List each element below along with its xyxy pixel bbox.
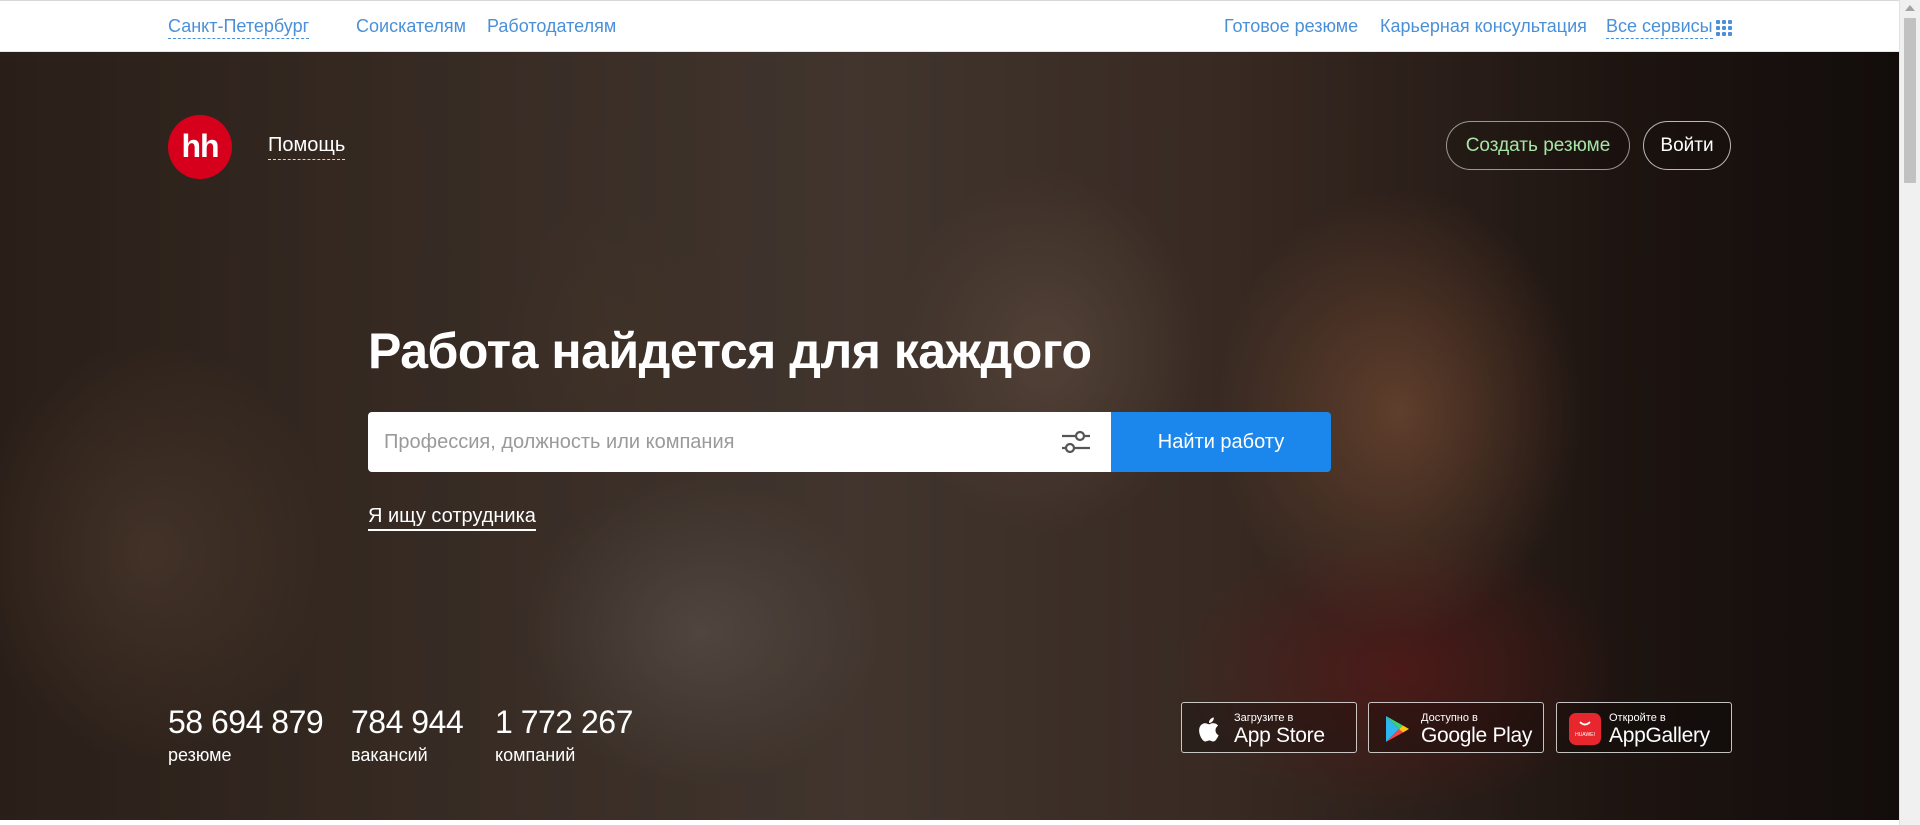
nav-all-services[interactable]: Все сервисы	[1606, 16, 1713, 39]
google-play-icon	[1386, 716, 1409, 742]
page-headline: Работа найдется для каждого	[368, 323, 1092, 379]
nav-seekers[interactable]: Соискателям	[356, 16, 466, 37]
login-button[interactable]: Войти	[1643, 121, 1731, 170]
find-job-button[interactable]: Найти работу	[1111, 412, 1331, 472]
vertical-scrollbar[interactable]	[1899, 0, 1920, 825]
nav-ready-resume[interactable]: Готовое резюме	[1224, 16, 1358, 37]
google-play-badge[interactable]: Доступно в Google Play	[1368, 702, 1544, 753]
store-caption: Загрузите в	[1234, 712, 1294, 724]
stat-value: 784 944	[351, 704, 464, 740]
huawei-appgallery-icon: HUAWEI	[1569, 713, 1601, 745]
stat-vacancies: 784 944 вакансий	[351, 704, 464, 766]
stat-label: вакансий	[351, 745, 428, 765]
stat-companies: 1 772 267 компаний	[495, 704, 633, 766]
scroll-up-arrow-icon[interactable]	[1905, 5, 1915, 11]
search-box	[368, 412, 1111, 472]
search-input[interactable]	[384, 412, 1024, 472]
stat-label: компаний	[495, 745, 576, 765]
appgallery-badge[interactable]: HUAWEI Откройте в AppGallery	[1556, 702, 1732, 753]
nav-career-consultation[interactable]: Карьерная консультация	[1380, 16, 1587, 37]
store-name: AppGallery	[1609, 724, 1710, 747]
store-caption: Откройте в	[1609, 712, 1666, 724]
store-caption: Доступно в	[1421, 712, 1478, 724]
store-name: App Store	[1234, 724, 1325, 747]
sliders-icon[interactable]	[1060, 428, 1092, 456]
top-navigation-bar: Санкт-Петербург Соискателям Работодателя…	[0, 0, 1899, 52]
scrollbar-thumb[interactable]	[1904, 18, 1916, 183]
city-selector[interactable]: Санкт-Петербург	[168, 16, 310, 39]
hh-logo[interactable]: hh	[168, 115, 232, 179]
page-bottom-edge	[0, 820, 1899, 825]
apple-icon	[1199, 717, 1219, 742]
hero-section: hh Помощь Создать резюме Войти Работа на…	[0, 52, 1899, 820]
stat-label: резюме	[168, 745, 232, 765]
stat-value: 58 694 879	[168, 704, 324, 740]
stat-resumes: 58 694 879 резюме	[168, 704, 324, 766]
app-store-badge[interactable]: Загрузите в App Store	[1181, 702, 1357, 753]
employer-search-link[interactable]: Я ищу сотрудника	[368, 505, 536, 531]
svg-text:HUAWEI: HUAWEI	[1575, 732, 1595, 738]
nav-employers[interactable]: Работодателям	[487, 16, 616, 37]
services-grid-icon[interactable]	[1716, 20, 1732, 36]
help-link[interactable]: Помощь	[268, 134, 346, 160]
store-name: Google Play	[1421, 724, 1533, 747]
create-resume-button[interactable]: Создать резюме	[1446, 121, 1630, 170]
stat-value: 1 772 267	[495, 704, 633, 740]
